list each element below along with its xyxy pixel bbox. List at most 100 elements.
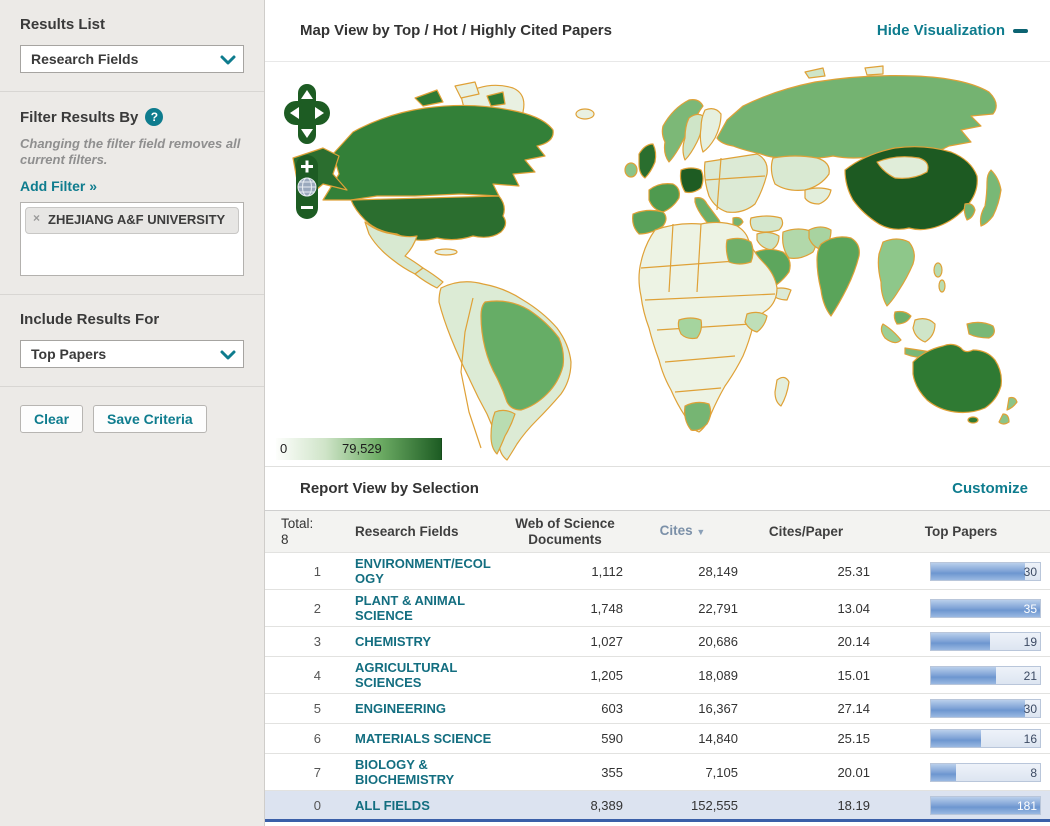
- table-header-row: Total: 8 Research Fields Web of Science …: [265, 510, 1050, 553]
- row-rank: 0: [265, 790, 335, 822]
- row-rank: 1: [265, 552, 335, 590]
- country-germany[interactable]: [679, 167, 704, 194]
- country-iceland[interactable]: [575, 108, 595, 120]
- column-header-research-fields: Research Fields: [335, 510, 505, 553]
- top-papers-bar: 16: [930, 729, 1041, 748]
- country[interactable]: [414, 267, 444, 289]
- row-cites: 14,840: [625, 723, 740, 754]
- row-cites-per-paper: 25.15: [740, 723, 872, 754]
- include-results-section: Include Results For Top Papers: [0, 295, 264, 387]
- country-philippines[interactable]: [933, 262, 943, 278]
- sidebar: Results List Research Fields Filter Resu…: [0, 0, 265, 826]
- table-row[interactable]: 6 MATERIALS SCIENCE 590 14,840 25.15 16: [265, 723, 1050, 754]
- country-australia[interactable]: [912, 343, 1002, 414]
- table-row[interactable]: 5 ENGINEERING 603 16,367 27.14 30: [265, 693, 1050, 724]
- results-list-dropdown[interactable]: Research Fields: [20, 45, 244, 73]
- country[interactable]: [414, 89, 444, 107]
- country-egypt[interactable]: [725, 237, 754, 265]
- field-link[interactable]: PLANT & ANIMAL SCIENCE: [355, 593, 465, 623]
- table-row[interactable]: 7 BIOLOGY & BIOCHEMISTRY 355 7,105 20.01…: [265, 753, 1050, 791]
- country-turkey[interactable]: [749, 215, 784, 233]
- add-filter-link[interactable]: Add Filter »: [20, 178, 97, 194]
- column-header-wos-documents[interactable]: Web of Science Documents: [505, 510, 625, 553]
- chevron-down-icon: [219, 348, 237, 367]
- country[interactable]: [877, 238, 915, 307]
- country-united-kingdom[interactable]: [638, 143, 657, 179]
- table-row[interactable]: 1 ENVIRONMENT/ECOLOGY 1,112 28,149 25.31…: [265, 552, 1050, 590]
- country-madagascar[interactable]: [774, 376, 790, 407]
- country-ireland[interactable]: [624, 162, 638, 178]
- field-link[interactable]: AGRICULTURAL SCIENCES: [355, 660, 457, 690]
- save-criteria-button[interactable]: Save Criteria: [93, 405, 207, 433]
- country-south-africa[interactable]: [684, 401, 712, 431]
- include-results-heading: Include Results For: [20, 311, 160, 328]
- country-kazakhstan[interactable]: [770, 155, 830, 191]
- country-cuba[interactable]: [434, 248, 458, 256]
- row-cites: 7,105: [625, 753, 740, 791]
- top-papers-bar-fill: [931, 700, 1025, 717]
- country-indonesia[interactable]: [880, 323, 902, 344]
- column-header-cites-sorted[interactable]: Cites ▼: [625, 510, 740, 553]
- top-papers-value: 8: [1030, 765, 1037, 780]
- table-row[interactable]: 0 ALL FIELDS 8,389 152,555 18.19 181: [265, 790, 1050, 822]
- field-link[interactable]: BIOLOGY & BIOCHEMISTRY: [355, 757, 454, 787]
- country-philippines[interactable]: [938, 279, 946, 293]
- help-icon[interactable]: ?: [145, 108, 164, 126]
- row-docs: 603: [505, 693, 625, 724]
- report-view-header: Report View by Selection Customize: [265, 466, 1050, 510]
- customize-link[interactable]: Customize: [952, 480, 1028, 497]
- table-row[interactable]: 2 PLANT & ANIMAL SCIENCE 1,748 22,791 13…: [265, 589, 1050, 627]
- zoom-control[interactable]: [295, 154, 319, 220]
- country-new-zealand[interactable]: [1006, 396, 1018, 411]
- report-table-body: 1 ENVIRONMENT/ECOLOGY 1,112 28,149 25.31…: [265, 552, 1050, 822]
- country-finland[interactable]: [699, 108, 722, 153]
- clear-button[interactable]: Clear: [20, 405, 84, 433]
- table-row[interactable]: 4 AGRICULTURAL SCIENCES 1,205 18,089 15.…: [265, 656, 1050, 694]
- row-docs: 8,389: [505, 790, 625, 822]
- globe-reset-icon: [297, 177, 317, 197]
- country-france[interactable]: [648, 183, 680, 213]
- country-indonesia[interactable]: [912, 318, 936, 343]
- filter-tag-zhejiang-af-university[interactable]: × ZHEJIANG A&F UNIVERSITY: [25, 207, 239, 234]
- country-nigeria[interactable]: [677, 317, 703, 340]
- top-papers-bar: 8: [930, 762, 1041, 782]
- country-south-korea[interactable]: [963, 203, 976, 221]
- country-australia-tasmania[interactable]: [967, 416, 979, 424]
- row-docs: 1,027: [505, 626, 625, 657]
- country[interactable]: [804, 187, 832, 205]
- field-link[interactable]: CHEMISTRY: [355, 634, 431, 649]
- field-link[interactable]: MATERIALS SCIENCE: [355, 731, 491, 746]
- table-row[interactable]: 3 CHEMISTRY 1,027 20,686 20.14 19: [265, 626, 1050, 657]
- country[interactable]: [703, 153, 768, 213]
- active-filters-box: × ZHEJIANG A&F UNIVERSITY: [20, 202, 244, 276]
- column-header-top-papers[interactable]: Top Papers: [872, 510, 1050, 553]
- row-rank: 7: [265, 753, 335, 791]
- field-link[interactable]: ENGINEERING: [355, 701, 446, 716]
- row-rank: 2: [265, 589, 335, 627]
- filter-section: Filter Results By ? Changing the filter …: [0, 92, 264, 295]
- pan-control[interactable]: [283, 82, 331, 146]
- row-cites-per-paper: 13.04: [740, 589, 872, 627]
- map-view-header: Map View by Top / Hot / Highly Cited Pap…: [265, 0, 1050, 62]
- country-canada[interactable]: [322, 104, 554, 201]
- remove-filter-icon[interactable]: ×: [33, 211, 40, 225]
- row-cites-per-paper: 25.31: [740, 552, 872, 590]
- top-papers-bar: 21: [930, 665, 1041, 685]
- world-map[interactable]: [265, 62, 1050, 466]
- field-link[interactable]: ENVIRONMENT/ECOLOGY: [355, 556, 491, 586]
- country-papua-new-guinea[interactable]: [966, 321, 995, 339]
- country-japan[interactable]: [979, 169, 1002, 227]
- country[interactable]: [804, 67, 826, 79]
- top-papers-bar: 30: [930, 561, 1041, 581]
- include-results-dropdown[interactable]: Top Papers: [20, 340, 244, 368]
- hide-visualization-link[interactable]: Hide Visualization: [877, 22, 1028, 39]
- country[interactable]: [864, 65, 884, 76]
- country[interactable]: [756, 231, 780, 251]
- column-header-cites-per-paper[interactable]: Cites/Paper: [740, 510, 872, 553]
- esi-results-page: Results List Research Fields Filter Resu…: [0, 0, 1050, 826]
- country-malaysia[interactable]: [893, 310, 912, 325]
- country-russia[interactable]: [716, 75, 997, 159]
- field-link[interactable]: ALL FIELDS: [355, 798, 430, 813]
- country-new-zealand[interactable]: [998, 413, 1010, 425]
- country-india[interactable]: [816, 236, 860, 317]
